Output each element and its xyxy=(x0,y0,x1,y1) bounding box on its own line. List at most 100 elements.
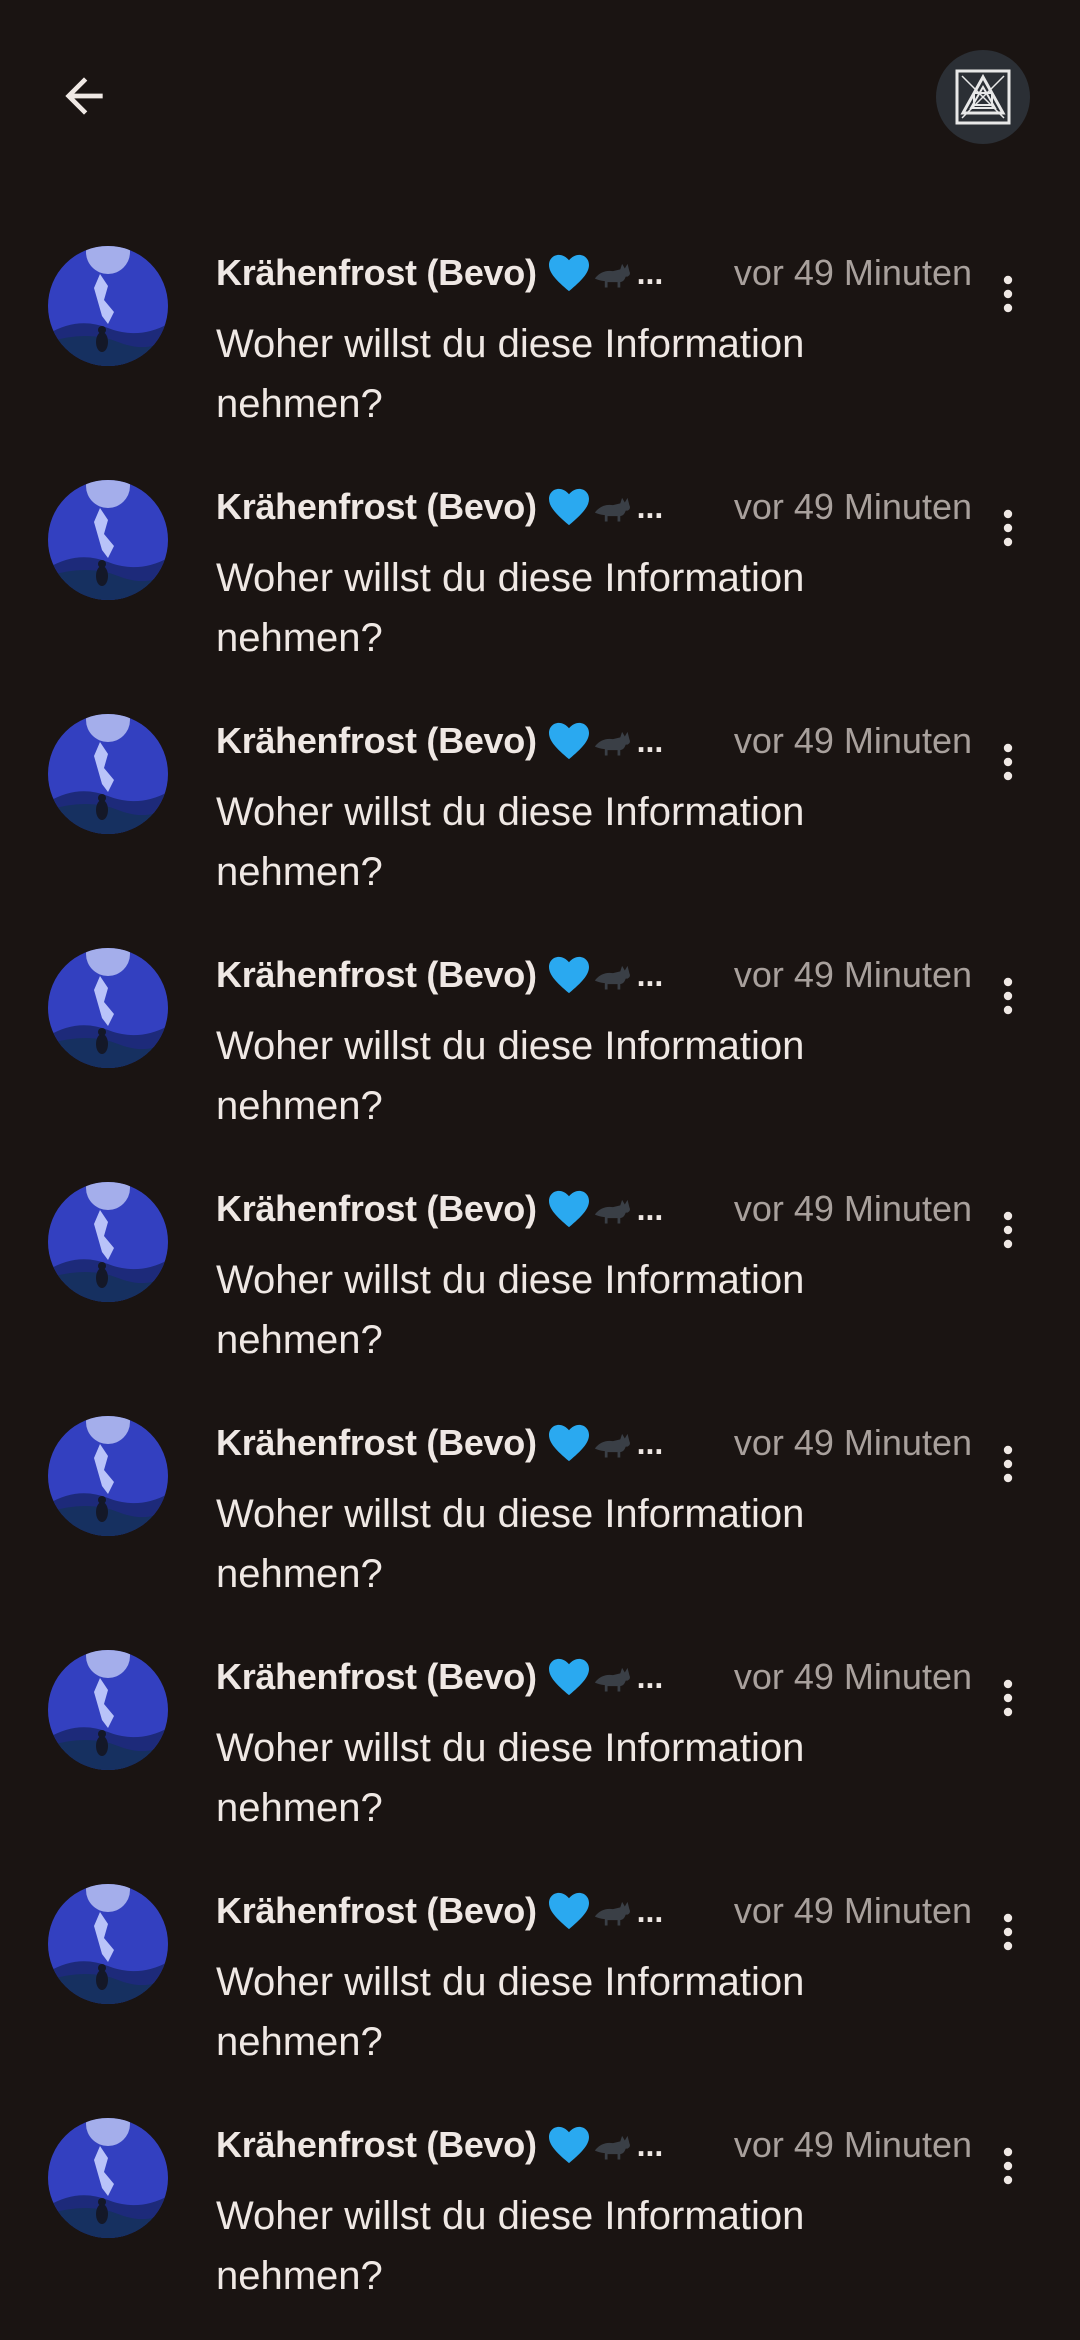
reply-text: Woher willst du diese Information nehmen… xyxy=(216,790,805,894)
reply-item[interactable]: Krähenfrost (Bevo) ... vor 49 Minuten Wo… xyxy=(0,702,1080,936)
reply-text: Woher willst du diese Information nehmen… xyxy=(216,556,805,660)
profile-logo-icon xyxy=(955,69,1011,125)
avatar[interactable] xyxy=(48,948,168,1068)
reply-list: Krähenfrost (Bevo) ... vor 49 Minuten Wo… xyxy=(0,234,1080,2340)
more-options-button[interactable] xyxy=(978,966,1038,1026)
more-vert-icon xyxy=(1003,1211,1013,1249)
avatar[interactable] xyxy=(48,1416,168,1536)
black-cat-icon xyxy=(594,263,630,288)
profile-button[interactable] xyxy=(936,50,1030,144)
author-name[interactable]: Krähenfrost (Bevo) xyxy=(216,252,537,294)
reply-text: Woher willst du diese Information nehmen… xyxy=(216,1492,805,1596)
black-cat-icon xyxy=(594,497,630,522)
reply-text: Woher willst du diese Information nehmen… xyxy=(216,2194,805,2298)
more-vert-icon xyxy=(1003,1679,1013,1717)
author-ellipsis: ... xyxy=(636,488,664,525)
black-cat-icon xyxy=(594,731,630,756)
reply-meta: Krähenfrost (Bevo) ... vor 49 Minuten xyxy=(216,482,972,532)
more-vert-icon xyxy=(1003,977,1013,1015)
timestamp: vor 49 Minuten xyxy=(733,486,972,527)
author-name[interactable]: Krähenfrost (Bevo) xyxy=(216,1422,537,1464)
author-ellipsis: ... xyxy=(636,1658,664,1695)
black-cat-icon xyxy=(594,1667,630,1692)
more-options-button[interactable] xyxy=(978,498,1038,558)
timestamp: vor 49 Minuten xyxy=(733,1656,972,1697)
reply-meta: Krähenfrost (Bevo) ... vor 49 Minuten xyxy=(216,248,972,298)
reply-meta: Krähenfrost (Bevo) ... vor 49 Minuten xyxy=(216,2120,972,2170)
avatar[interactable] xyxy=(48,1182,168,1302)
more-vert-icon xyxy=(1003,743,1013,781)
timestamp: vor 49 Minuten xyxy=(733,1890,972,1931)
avatar-image xyxy=(48,948,168,1068)
avatar-image xyxy=(48,714,168,834)
author-name[interactable]: Krähenfrost (Bevo) xyxy=(216,486,537,528)
reply-item[interactable]: Krähenfrost (Bevo) ... vor 49 Minuten Wo… xyxy=(0,234,1080,468)
author-name[interactable]: Krähenfrost (Bevo) xyxy=(216,2124,537,2166)
back-button[interactable] xyxy=(40,52,128,140)
more-vert-icon xyxy=(1003,1913,1013,1951)
reply-item[interactable]: Krähenfrost (Bevo) ... vor 49 Minuten Wo… xyxy=(0,1638,1080,1872)
author-ellipsis: ... xyxy=(636,1190,664,1227)
more-vert-icon xyxy=(1003,1445,1013,1483)
reply-text: Woher willst du diese Information nehmen… xyxy=(216,322,805,426)
avatar[interactable] xyxy=(48,246,168,366)
reply-meta: Krähenfrost (Bevo) ... vor 49 Minuten xyxy=(216,1184,972,1234)
more-vert-icon xyxy=(1003,2147,1013,2185)
reply-meta: Krähenfrost (Bevo) ... vor 49 Minuten xyxy=(216,1886,972,1936)
blue-heart-icon xyxy=(548,2126,589,2164)
avatar-image xyxy=(48,246,168,366)
reply-item[interactable]: Krähenfrost (Bevo) ... vor 49 Minuten Wo… xyxy=(0,936,1080,1170)
black-cat-icon xyxy=(594,965,630,990)
blue-heart-icon xyxy=(548,1658,589,1696)
reply-item[interactable]: Krähenfrost (Bevo) ... vor 49 Minuten Wo… xyxy=(0,1170,1080,1404)
blue-heart-icon xyxy=(548,254,589,292)
reply-item[interactable]: Krähenfrost (Bevo) ... vor 49 Minuten Wo… xyxy=(0,2106,1080,2340)
reply-text: Woher willst du diese Information nehmen… xyxy=(216,1726,805,1830)
avatar[interactable] xyxy=(48,480,168,600)
avatar[interactable] xyxy=(48,1884,168,2004)
author-ellipsis: ... xyxy=(636,722,664,759)
blue-heart-icon xyxy=(548,956,589,994)
more-vert-icon xyxy=(1003,509,1013,547)
black-cat-icon xyxy=(594,1901,630,1926)
avatar-image xyxy=(48,1650,168,1770)
more-options-button[interactable] xyxy=(978,2136,1038,2196)
reply-meta: Krähenfrost (Bevo) ... vor 49 Minuten xyxy=(216,716,972,766)
avatar-image xyxy=(48,480,168,600)
blue-heart-icon xyxy=(548,1892,589,1930)
black-cat-icon xyxy=(594,1433,630,1458)
more-options-button[interactable] xyxy=(978,1200,1038,1260)
timestamp: vor 49 Minuten xyxy=(733,2124,972,2165)
reply-text: Woher willst du diese Information nehmen… xyxy=(216,1258,805,1362)
avatar[interactable] xyxy=(48,1650,168,1770)
author-ellipsis: ... xyxy=(636,254,664,291)
blue-heart-icon xyxy=(548,1424,589,1462)
black-cat-icon xyxy=(594,2135,630,2160)
reply-meta: Krähenfrost (Bevo) ... vor 49 Minuten xyxy=(216,1652,972,1702)
reply-item[interactable]: Krähenfrost (Bevo) ... vor 49 Minuten Wo… xyxy=(0,1404,1080,1638)
author-ellipsis: ... xyxy=(636,1892,664,1929)
more-options-button[interactable] xyxy=(978,1668,1038,1728)
avatar[interactable] xyxy=(48,2118,168,2238)
more-options-button[interactable] xyxy=(978,732,1038,792)
avatar[interactable] xyxy=(48,714,168,834)
author-ellipsis: ... xyxy=(636,956,664,993)
more-options-button[interactable] xyxy=(978,1902,1038,1962)
more-options-button[interactable] xyxy=(978,1434,1038,1494)
author-ellipsis: ... xyxy=(636,1424,664,1461)
reply-item[interactable]: Krähenfrost (Bevo) ... vor 49 Minuten Wo… xyxy=(0,1872,1080,2106)
timestamp: vor 49 Minuten xyxy=(733,954,972,995)
more-options-button[interactable] xyxy=(978,264,1038,324)
avatar-image xyxy=(48,1182,168,1302)
reply-meta: Krähenfrost (Bevo) ... vor 49 Minuten xyxy=(216,1418,972,1468)
author-name[interactable]: Krähenfrost (Bevo) xyxy=(216,1188,537,1230)
author-name[interactable]: Krähenfrost (Bevo) xyxy=(216,1656,537,1698)
author-name[interactable]: Krähenfrost (Bevo) xyxy=(216,954,537,996)
author-name[interactable]: Krähenfrost (Bevo) xyxy=(216,1890,537,1932)
reply-meta: Krähenfrost (Bevo) ... vor 49 Minuten xyxy=(216,950,972,1000)
reply-text: Woher willst du diese Information nehmen… xyxy=(216,1024,805,1128)
blue-heart-icon xyxy=(548,1190,589,1228)
author-name[interactable]: Krähenfrost (Bevo) xyxy=(216,720,537,762)
reply-item[interactable]: Krähenfrost (Bevo) ... vor 49 Minuten Wo… xyxy=(0,468,1080,702)
blue-heart-icon xyxy=(548,722,589,760)
